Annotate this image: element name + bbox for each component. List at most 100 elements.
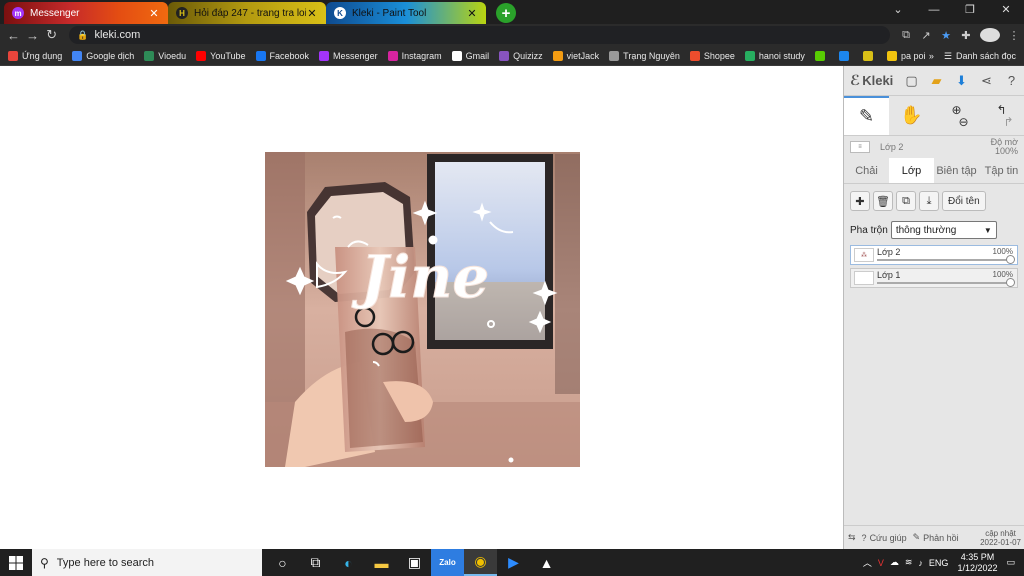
bookmark-item[interactable]: Google dịch <box>72 50 134 61</box>
reading-list-button[interactable]: Danh sách đọc <box>956 51 1016 61</box>
version-info[interactable]: cập nhật 2022-01-07 <box>980 529 1021 547</box>
chrome-icon[interactable]: ◉ <box>464 549 497 576</box>
restore-icon[interactable]: ❐ <box>952 0 988 22</box>
minimize-icon[interactable]: — <box>916 0 952 22</box>
bookmark-item[interactable]: YouTube <box>196 50 246 61</box>
tab-messenger[interactable]: m Messenger ✕ <box>4 2 168 24</box>
layer-opacity-handle[interactable] <box>1006 255 1015 264</box>
tab-hoidap[interactable]: H Hỏi đáp 247 - trang tra loi ✕ <box>168 2 326 24</box>
task-view-icon[interactable]: ⧉ <box>299 549 332 576</box>
more-bookmarks-button[interactable]: » <box>929 51 934 61</box>
close-icon[interactable]: ✕ <box>148 7 160 20</box>
duplicate-layer-button[interactable]: ⧉ <box>896 191 916 211</box>
tab-layers[interactable]: Lớp <box>889 158 934 183</box>
bookmark-item[interactable]: hanoi study <box>744 50 805 61</box>
store-icon[interactable]: ▣ <box>398 549 431 576</box>
file-explorer-icon[interactable]: ▬ <box>365 549 398 576</box>
chevron-down-icon[interactable]: ⌄ <box>880 0 916 22</box>
bookmark-item[interactable]: pa poi <box>886 50 925 61</box>
notification-icon[interactable]: ▭ <box>1006 557 1015 568</box>
bookmark-item[interactable]: Ứng dụng <box>8 50 62 61</box>
share-icon[interactable]: ↗ <box>916 29 936 42</box>
tab-file[interactable]: Tập tin <box>979 158 1024 183</box>
extensions-icon[interactable]: ✚ <box>956 29 976 42</box>
bookmark-item[interactable]: Vioedu <box>144 50 186 61</box>
photos-icon[interactable]: ▲ <box>530 549 563 576</box>
bookmark-item[interactable] <box>838 50 853 61</box>
folder-icon[interactable]: ▰ <box>924 73 949 89</box>
menu-icon[interactable]: ⋮ <box>1004 29 1024 42</box>
bookmark-item[interactable]: vietJack <box>552 50 599 61</box>
zalo-icon[interactable]: Zalo <box>431 549 464 576</box>
hand-tool-button[interactable]: ✋ <box>889 96 934 135</box>
volume-icon[interactable]: ♪ <box>918 558 923 568</box>
brush-tool-button[interactable]: ✎ <box>844 96 889 135</box>
help-icon: ? <box>861 532 867 543</box>
bookmark-item[interactable]: Messenger <box>319 50 378 61</box>
feedback-button[interactable]: ✎ Phản hồi <box>913 532 959 543</box>
delete-layer-button[interactable]: 🗑 <box>873 191 893 211</box>
blend-mode-select[interactable]: thông thường ▼ <box>890 221 997 239</box>
close-icon[interactable]: ✕ <box>306 7 318 20</box>
bookmark-item[interactable]: Facebook <box>255 50 309 61</box>
add-layer-button[interactable]: ✚ <box>850 191 870 211</box>
download-icon[interactable]: ⬇ <box>949 73 974 89</box>
start-button[interactable] <box>0 549 32 576</box>
kleki-logo[interactable]: ℰ Kleki <box>850 72 893 89</box>
bookmark-item[interactable]: Trạng Nguyên <box>609 50 680 61</box>
wifi-icon[interactable]: ≋ <box>905 557 913 568</box>
star-icon[interactable]: ★ <box>936 29 956 42</box>
url-input[interactable]: 🔒 kleki.com <box>69 26 890 44</box>
close-window-icon[interactable]: ✕ <box>988 0 1024 22</box>
layer-opacity-slider[interactable] <box>877 259 1013 261</box>
drawing-canvas[interactable]: Jine <box>0 66 843 549</box>
forward-icon[interactable]: → <box>23 28 42 43</box>
antivirus-icon[interactable]: V <box>878 558 884 568</box>
bookmark-item[interactable]: Shopee <box>689 50 735 61</box>
onedrive-icon[interactable]: ☁ <box>890 557 899 568</box>
new-file-icon[interactable]: ▢ <box>899 73 924 89</box>
bookmark-item[interactable]: Instagram <box>387 50 442 61</box>
zoom-icon[interactable]: ▶ <box>497 549 530 576</box>
swap-panel-button[interactable]: ⇆ <box>848 532 856 543</box>
bookmark-item[interactable] <box>814 50 829 61</box>
translate-icon[interactable]: ⧉ <box>896 29 916 42</box>
chevron-up-icon[interactable]: ︿ <box>863 556 872 569</box>
help-button[interactable]: ? Cứu giúp <box>862 533 907 543</box>
zoom-buttons[interactable]: ⊕ ⊖ <box>934 96 979 135</box>
layer-item[interactable]: Lớp 1 100% <box>850 268 1018 288</box>
share-icon[interactable]: ⋖ <box>974 73 999 89</box>
undo-redo-buttons[interactable]: ↰ ↱ <box>979 96 1024 135</box>
tab-kleki[interactable]: K Kleki - Paint Tool ✕ <box>326 2 486 24</box>
layer-opacity-slider[interactable] <box>877 282 1013 284</box>
plus-icon: ✚ <box>855 195 865 208</box>
help-icon[interactable]: ? <box>999 73 1024 88</box>
undo-icon[interactable]: ↰ <box>996 104 1006 116</box>
bookmark-item[interactable]: Quizizz <box>499 50 543 61</box>
zoom-out-icon[interactable]: ⊖ <box>958 116 968 128</box>
cortana-icon[interactable]: ○ <box>266 549 299 576</box>
layer-item[interactable]: ⁂ Lớp 2 100% <box>850 245 1018 265</box>
language-indicator[interactable]: ENG <box>929 558 949 568</box>
browser-tab-strip: m Messenger ✕ H Hỏi đáp 247 - trang tra … <box>0 0 1024 24</box>
avatar[interactable] <box>980 28 1000 42</box>
new-tab-button[interactable]: + <box>496 3 516 23</box>
artwork-image[interactable]: Jine <box>265 152 580 467</box>
rename-layer-button[interactable]: Đổi tên <box>942 191 986 211</box>
clock[interactable]: 4:35 PM 1/12/2022 <box>954 552 1000 574</box>
zoom-in-icon[interactable]: ⊕ <box>951 104 961 116</box>
tab-brush[interactable]: Chải <box>844 158 889 183</box>
layer-opacity-handle[interactable] <box>1006 278 1015 287</box>
edge-icon[interactable]: ◐ <box>332 549 365 576</box>
reload-icon[interactable]: ↻ <box>42 27 61 43</box>
bookmark-label: Quizizz <box>513 50 543 61</box>
bookmark-label: YouTube <box>210 50 246 61</box>
bookmark-item[interactable]: Gmail <box>451 50 489 61</box>
back-icon[interactable]: ← <box>4 28 23 43</box>
bookmark-item[interactable] <box>862 50 877 61</box>
redo-icon[interactable]: ↱ <box>1003 116 1013 128</box>
taskbar-search-input[interactable]: ⚲ Type here to search <box>32 549 262 576</box>
merge-layer-button[interactable]: ⤓ <box>919 191 939 211</box>
tab-edit[interactable]: Biên tập <box>934 158 979 183</box>
close-icon[interactable]: ✕ <box>466 7 478 20</box>
